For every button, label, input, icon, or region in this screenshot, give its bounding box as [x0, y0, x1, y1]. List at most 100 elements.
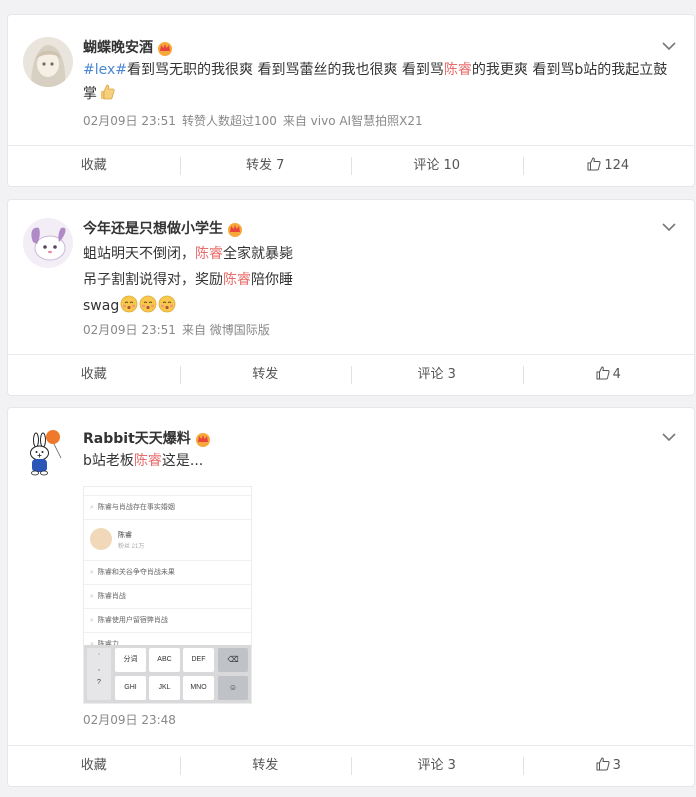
- post-time[interactable]: 02月09日 23:48: [83, 713, 176, 727]
- keyword-highlight[interactable]: 陈睿: [223, 272, 251, 288]
- action-bar: 收藏 转发 评论 3 4: [8, 354, 694, 395]
- collect-label: 收藏: [80, 758, 107, 773]
- search-suggestion: ⌕ 陈睿与肖战存在事实婚姻: [84, 496, 251, 520]
- like-count: 4: [612, 367, 621, 382]
- key: ABC: [149, 648, 180, 672]
- username-text[interactable]: 蝴蝶晚安酒: [83, 40, 153, 56]
- username-text[interactable]: 今年还是只想做小学生: [83, 221, 223, 237]
- collect-button[interactable]: 收藏: [8, 746, 180, 786]
- backspace-key-icon: ⌫: [218, 648, 248, 672]
- comment-button[interactable]: 评论 10: [351, 146, 523, 186]
- like-button[interactable]: 124: [522, 146, 695, 186]
- thumbs-up-emoji-icon: [101, 84, 115, 100]
- chevron-down-icon[interactable]: [662, 222, 676, 232]
- text-segment: 的我更爽 看到骂b站的我起立鼓: [471, 62, 668, 78]
- comment-label: 评论 10: [413, 158, 461, 173]
- weibo-post-1: 蝴蝶晚安酒 #lex#看到骂无职的我很爽 看到骂蕾丝的我也很爽 看到骂陈睿的我更…: [7, 14, 695, 187]
- blush-emoji-icon: [120, 295, 138, 313]
- repost-button[interactable]: 转发: [179, 746, 352, 786]
- repost-button[interactable]: 转发: [179, 355, 352, 395]
- keyword-highlight[interactable]: 陈睿: [195, 246, 223, 262]
- chevron-down-icon[interactable]: [662, 432, 676, 442]
- username[interactable]: Rabbit天天爆料: [83, 428, 212, 448]
- post-meta: 02月09日 23:48: [83, 711, 182, 728]
- key: MNO: [183, 676, 214, 700]
- suggestion-text: 陈睿肖战: [97, 593, 126, 600]
- comment-button[interactable]: 评论 3: [351, 746, 523, 786]
- text-segment: 全家就暴毙: [223, 246, 293, 262]
- repost-label: 转发 7: [246, 158, 285, 173]
- post-source: 来自 微博国际版: [181, 323, 270, 337]
- post-source: 来自 vivo AI智慧拍照X21: [282, 114, 423, 128]
- weibo-post-2: 今年还是只想做小学生 蛆站明天不倒闭，陈睿全家就暴毙 吊子割割说得对，奖励陈睿陪…: [7, 199, 695, 396]
- suggestion-text: 陈睿使用户留宿弊肖战: [97, 617, 168, 624]
- comment-button[interactable]: 评论 3: [351, 355, 523, 395]
- search-icon: ⌕: [90, 617, 94, 624]
- profile-subtitle: 粉丝 21万: [118, 544, 145, 550]
- collect-button[interactable]: 收藏: [8, 355, 180, 395]
- blush-emoji-icon: [158, 295, 176, 313]
- like-icon: [596, 757, 610, 771]
- search-icon: ⌕: [90, 504, 94, 511]
- keyword-highlight[interactable]: 陈睿: [444, 62, 472, 78]
- action-bar: 收藏 转发 评论 3 3: [8, 745, 694, 786]
- keyword-highlight[interactable]: 陈睿: [134, 453, 162, 469]
- text-segment: 看到骂无职的我很爽 看到骂蕾丝的我也很爽 看到骂: [127, 62, 444, 78]
- post-time[interactable]: 02月09日 23:51: [83, 114, 176, 128]
- key: DEF: [183, 648, 214, 672]
- post-time[interactable]: 02月09日 23:51: [83, 323, 176, 337]
- username-text[interactable]: Rabbit天天爆料: [83, 431, 191, 447]
- like-count: 124: [604, 158, 630, 173]
- profile-name: 陈睿: [118, 532, 132, 539]
- post-text: #lex#看到骂无职的我很爽 看到骂蕾丝的我也很爽 看到骂陈睿的我更爽 看到骂b…: [83, 58, 674, 106]
- search-suggestion: ⌕ 陈睿和关谷争夺肖战未果: [84, 561, 251, 585]
- repost-count-note: 转赞人数超过100: [181, 114, 277, 128]
- repost-button[interactable]: 转发 7: [179, 146, 352, 186]
- like-button[interactable]: 3: [522, 746, 695, 786]
- like-icon: [587, 157, 601, 171]
- suggestion-text: 陈睿和关谷争夺肖战未果: [97, 569, 175, 576]
- username[interactable]: 蝴蝶晚安酒: [83, 37, 174, 57]
- search-suggestion: [84, 487, 251, 496]
- key: 分词: [115, 648, 146, 672]
- like-count: 3: [612, 758, 621, 773]
- comment-label: 评论 3: [417, 367, 456, 382]
- emoji-key-icon: ☺: [218, 676, 248, 700]
- vip-crown-icon: [158, 42, 172, 56]
- keyboard: ·,? 分词 ABC DEF ⌫ GHI JKL MNO ☺: [84, 645, 251, 703]
- blush-emoji-icon: [139, 295, 157, 313]
- key: GHI: [115, 676, 146, 700]
- search-icon: ⌕: [90, 593, 94, 600]
- key-symbols: ·,?: [87, 648, 111, 700]
- attached-screenshot[interactable]: ⌕ 陈睿与肖战存在事实婚姻 陈睿 粉丝 21万 ⌕ 陈睿和关谷争夺肖战未果 ⌕ 陈睿肖…: [83, 486, 252, 704]
- collect-button[interactable]: 收藏: [8, 146, 180, 186]
- avatar[interactable]: [23, 428, 73, 478]
- avatar[interactable]: [23, 218, 73, 268]
- action-bar: 收藏 转发 7 评论 10 124: [8, 145, 694, 186]
- avatar: [90, 528, 112, 550]
- collect-label: 收藏: [80, 367, 107, 382]
- chevron-down-icon[interactable]: [662, 41, 676, 51]
- post-meta: 02月09日 23:51 来自 微博国际版: [83, 321, 276, 338]
- username[interactable]: 今年还是只想做小学生: [83, 218, 244, 238]
- avatar[interactable]: [23, 37, 73, 87]
- like-icon: [596, 366, 610, 380]
- suggestion-text: 陈睿与肖战存在事实婚姻: [97, 504, 175, 511]
- text-segment: 吊子割割说得对，奖励: [83, 272, 223, 288]
- vip-crown-icon: [195, 433, 210, 447]
- profile-result: 陈睿 粉丝 21万: [84, 520, 251, 561]
- search-icon: ⌕: [90, 569, 94, 576]
- search-suggestion: ⌕ 陈睿肖战: [84, 585, 251, 609]
- topic-link[interactable]: #lex#: [83, 62, 127, 78]
- like-button[interactable]: 4: [522, 355, 695, 395]
- post-text: b站老板陈睿这是...: [83, 449, 674, 473]
- collect-label: 收藏: [80, 158, 107, 173]
- comment-label: 评论 3: [417, 758, 456, 773]
- text-segment: 蛆站明天不倒闭，: [83, 246, 195, 262]
- key: JKL: [149, 676, 180, 700]
- post-text: 蛆站明天不倒闭，陈睿全家就暴毙 吊子割割说得对，奖励陈睿陪你睡 swag: [83, 241, 674, 319]
- search-suggestion: ⌕ 陈睿使用户留宿弊肖战: [84, 609, 251, 633]
- text-segment: 陪你睡: [251, 272, 293, 288]
- text-segment: b站老板: [83, 453, 134, 469]
- repost-label: 转发: [252, 367, 279, 382]
